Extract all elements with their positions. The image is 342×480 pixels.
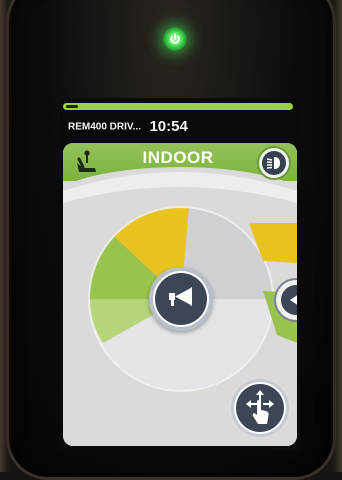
chevron-left-icon — [290, 295, 297, 305]
horn-button[interactable] — [149, 267, 213, 331]
bezel-left-edge — [0, 0, 12, 472]
move-control-button-inner — [236, 384, 284, 432]
battery-level-bar — [63, 103, 293, 110]
drive-mode-panel: INDOOR — [63, 143, 297, 446]
battery-icon — [66, 105, 78, 108]
next-mode-button-inner — [281, 285, 297, 315]
dial-highlight — [63, 172, 297, 203]
device-name: REM400 DRIV... — [68, 121, 141, 133]
touch-move-icon — [246, 390, 274, 424]
display-screen: REM400 DRIV... 10:54 INDOOR — [60, 98, 300, 450]
power-button[interactable] — [163, 27, 187, 51]
power-icon — [170, 33, 180, 44]
move-control-button[interactable] — [231, 379, 289, 437]
bezel-right-edge — [330, 0, 342, 472]
horn-icon — [169, 287, 192, 306]
horn-button-inner — [155, 273, 207, 325]
clock-time: 10:54 — [149, 118, 188, 136]
status-line: REM400 DRIV... 10:54 — [68, 118, 188, 138]
